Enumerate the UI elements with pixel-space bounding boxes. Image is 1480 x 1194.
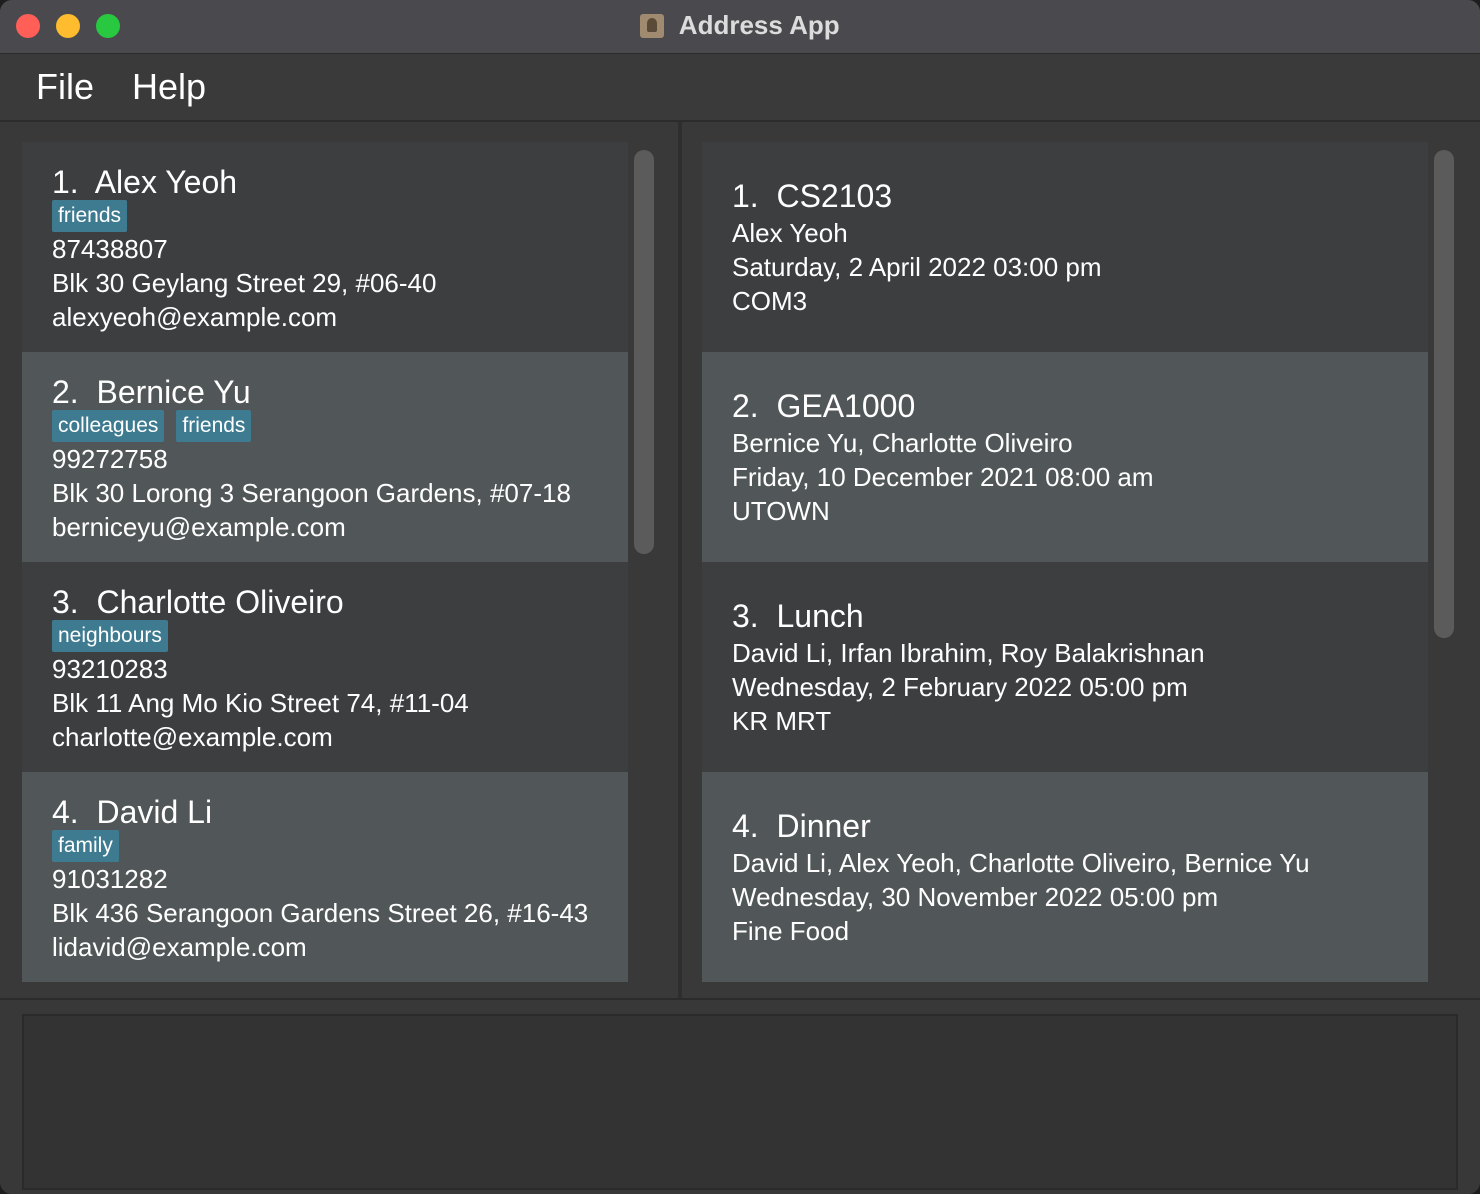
menu-file[interactable]: File (36, 66, 94, 108)
event-name: 3. Lunch (732, 598, 864, 635)
person-card[interactable]: 4. David Li family 91031282 Blk 436 Sera… (22, 772, 628, 982)
event-card[interactable]: 4. Dinner David Li, Alex Yeoh, Charlotte… (702, 772, 1428, 982)
event-name-text: CS2103 (776, 178, 893, 214)
event-card[interactable]: 1. CS2103 Alex Yeoh Saturday, 2 April 20… (702, 142, 1428, 352)
event-name: 2. GEA1000 (732, 388, 915, 425)
person-phone: 91031282 (52, 864, 168, 894)
event-participants: David Li, Irfan Ibrahim, Roy Balakrishna… (732, 638, 1205, 668)
event-index: 2. (732, 388, 759, 424)
event-venue: COM3 (732, 286, 808, 316)
event-index: 4. (732, 808, 759, 844)
result-display[interactable] (22, 1014, 1458, 1190)
person-name: 1. Alex Yeoh (52, 164, 237, 201)
event-list-panel: 1. CS2103 Alex Yeoh Saturday, 2 April 20… (682, 122, 1480, 998)
person-email: lidavid@example.com (52, 932, 307, 962)
event-datetime: Wednesday, 2 February 2022 05:00 pm (732, 672, 1188, 702)
event-name: 4. Dinner (732, 808, 871, 845)
person-tags: colleagues friends (52, 410, 263, 442)
event-card[interactable]: 2. GEA1000 Bernice Yu, Charlotte Oliveir… (702, 352, 1428, 562)
event-name-text: Dinner (776, 808, 871, 844)
person-name: 2. Bernice Yu (52, 374, 251, 411)
result-panel (0, 998, 1480, 1194)
person-tags: family (52, 830, 131, 862)
person-card[interactable]: 1. Alex Yeoh friends 87438807 Blk 30 Gey… (22, 142, 628, 352)
menu-help[interactable]: Help (132, 66, 206, 108)
person-tags: neighbours (52, 620, 180, 652)
person-address: Blk 30 Geylang Street 29, #06-40 (52, 268, 437, 298)
person-email: berniceyu@example.com (52, 512, 346, 542)
tag-label: colleagues (52, 410, 165, 442)
event-name: 1. CS2103 (732, 178, 892, 215)
person-name: 4. David Li (52, 794, 212, 831)
event-name-text: Lunch (776, 598, 864, 634)
event-name-text: GEA1000 (776, 388, 916, 424)
person-index: 4. (52, 794, 79, 830)
person-card[interactable]: 3. Charlotte Oliveiro neighbours 9321028… (22, 562, 628, 772)
event-venue: Fine Food (732, 916, 850, 946)
person-address: Blk 436 Serangoon Gardens Street 26, #16… (52, 898, 589, 928)
person-tags: friends (52, 200, 139, 232)
event-list-scrollbar[interactable] (1434, 150, 1454, 638)
event-index: 1. (732, 178, 759, 214)
app-window: Address App File Help 1. Alex Yeoh frien… (0, 0, 1480, 1194)
tag-label: friends (52, 200, 128, 232)
person-list[interactable]: 1. Alex Yeoh friends 87438807 Blk 30 Gey… (22, 142, 628, 982)
person-address: Blk 11 Ang Mo Kio Street 74, #11-04 (52, 688, 469, 718)
person-list-scrollbar[interactable] (634, 150, 654, 554)
event-venue: KR MRT (732, 706, 832, 736)
person-index: 3. (52, 584, 79, 620)
tag-label: family (52, 830, 119, 862)
person-email: charlotte@example.com (52, 722, 333, 752)
event-participants: Bernice Yu, Charlotte Oliveiro (732, 428, 1073, 458)
person-name-text: Alex Yeoh (94, 164, 238, 200)
title-bar[interactable]: Address App (0, 0, 1480, 54)
person-name-text: David Li (96, 794, 213, 830)
tag-label: friends (176, 410, 252, 442)
event-index: 3. (732, 598, 759, 634)
person-phone: 87438807 (52, 234, 168, 264)
person-address: Blk 30 Lorong 3 Serangoon Gardens, #07-1… (52, 478, 571, 508)
address-book-icon (640, 13, 665, 38)
person-card[interactable]: 2. Bernice Yu colleagues friends 99272758… (22, 352, 628, 562)
window-title: Address App (678, 10, 840, 40)
person-index: 2. (52, 374, 79, 410)
window-title-group: Address App (0, 10, 1480, 42)
event-datetime: Friday, 10 December 2021 08:00 am (732, 462, 1154, 492)
person-phone: 93210283 (52, 654, 168, 684)
menu-bar: File Help (0, 54, 1480, 122)
event-datetime: Saturday, 2 April 2022 03:00 pm (732, 252, 1102, 282)
event-venue: UTOWN (732, 496, 830, 526)
event-participants: Alex Yeoh (732, 218, 848, 248)
person-list-panel: 1. Alex Yeoh friends 87438807 Blk 30 Gey… (0, 122, 678, 998)
event-list[interactable]: 1. CS2103 Alex Yeoh Saturday, 2 April 20… (702, 142, 1428, 982)
person-phone: 99272758 (52, 444, 168, 474)
person-name: 3. Charlotte Oliveiro (52, 584, 344, 621)
event-datetime: Wednesday, 30 November 2022 05:00 pm (732, 882, 1219, 912)
tag-label: neighbours (52, 620, 168, 652)
person-name-text: Charlotte Oliveiro (96, 584, 344, 620)
person-index: 1. (52, 164, 79, 200)
person-name-text: Bernice Yu (96, 374, 251, 410)
person-email: alexyeoh@example.com (52, 302, 338, 332)
event-card[interactable]: 3. Lunch David Li, Irfan Ibrahim, Roy Ba… (702, 562, 1428, 772)
event-participants: David Li, Alex Yeoh, Charlotte Oliveiro,… (732, 848, 1310, 878)
